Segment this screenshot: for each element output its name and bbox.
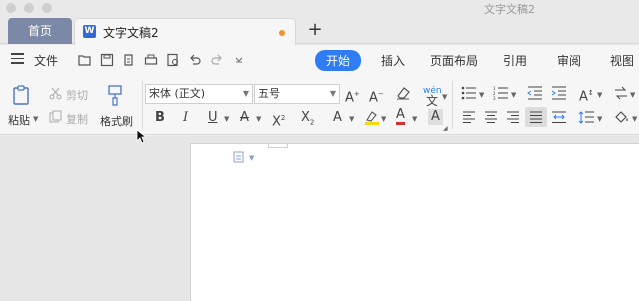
shading-fill-icon[interactable] (614, 110, 630, 124)
tab-document[interactable]: W 文字文稿2 (74, 18, 296, 45)
unsaved-indicator (279, 30, 285, 36)
window-title: 文字文稿2 (484, 3, 535, 16)
format-painter-label[interactable]: 格式刷 (100, 113, 133, 129)
character-shading-icon[interactable]: A (428, 109, 443, 125)
title-bar: 文字文稿2 (0, 0, 639, 16)
text-direction-dropdown-icon[interactable]: ▼ (597, 91, 602, 99)
underline-icon[interactable]: U (208, 110, 218, 126)
italic-icon[interactable]: I (183, 110, 188, 126)
mouse-pointer-icon (136, 129, 148, 147)
undo-icon[interactable] (187, 52, 203, 68)
tab-home[interactable]: 首页 (8, 18, 72, 44)
font-name-select[interactable]: 宋体 (正文) ▼ (145, 84, 253, 104)
paste-label[interactable]: 粘贴 (8, 112, 30, 128)
justify-icon[interactable] (525, 107, 547, 127)
numbering-dropdown-icon[interactable]: ▼ (511, 91, 516, 99)
ribbon-toolbar: 粘贴 ▼ 剪切 复制 格式刷 宋体 (正文) ▼ 五号 ▼ A+ A− wén … (0, 75, 639, 135)
decrease-indent-icon[interactable] (527, 86, 543, 100)
paste-icon[interactable] (11, 84, 33, 106)
increase-indent-icon[interactable] (551, 86, 567, 100)
text-effect-dropdown-icon[interactable]: ▼ (349, 115, 354, 123)
menu-bar: 文件 开始 插入 页面布局 引用 审阅 视图 (0, 45, 639, 75)
superscript-icon[interactable]: X2 (272, 110, 285, 130)
chevron-down-icon: ▼ (242, 89, 249, 98)
font-color-icon[interactable]: A (396, 108, 405, 125)
phonetic-guide-char: 文 (426, 94, 439, 108)
highlight-color-icon[interactable] (364, 109, 380, 126)
highlight-dropdown-icon[interactable]: ▼ (381, 115, 386, 123)
phonetic-dropdown-icon[interactable]: ▼ (442, 93, 447, 101)
font-dialog-launcher-icon[interactable]: ◢ (443, 125, 448, 132)
tab-insert[interactable]: 插入 (381, 52, 405, 69)
export-pdf-icon[interactable] (121, 52, 137, 68)
font-size-value: 五号 (258, 87, 280, 100)
line-spacing-icon[interactable] (579, 111, 595, 124)
font-color-dropdown-icon[interactable]: ▼ (412, 115, 417, 123)
line-spacing-dropdown-icon[interactable]: ▼ (597, 115, 602, 123)
hamburger-menu-icon[interactable] (11, 53, 24, 65)
tab-bar: 首页 W 文字文稿2 + (0, 16, 639, 45)
chevron-down-icon: ▼ (329, 89, 336, 98)
underline-dropdown-icon[interactable]: ▼ (224, 115, 229, 123)
increase-font-size-icon[interactable]: A+ (345, 86, 360, 106)
tab-page-layout[interactable]: 页面布局 (430, 52, 478, 69)
file-menu[interactable]: 文件 (34, 52, 58, 69)
margin-corner-marker (268, 144, 288, 148)
open-folder-icon[interactable] (77, 52, 93, 68)
text-effect-icon[interactable]: A (333, 110, 342, 126)
sort-dropdown-icon[interactable]: ▼ (630, 91, 635, 99)
paste-options-icon[interactable] (233, 150, 245, 163)
scissors-icon (49, 87, 62, 100)
tab-references[interactable]: 引用 (503, 52, 527, 69)
document-tab-label: 文字文稿2 (103, 26, 159, 40)
align-right-icon[interactable] (506, 111, 520, 124)
strikethrough-dropdown-icon[interactable]: ▼ (256, 115, 261, 123)
new-tab-button[interactable]: + (305, 18, 325, 42)
svg-text:3: 3 (493, 96, 496, 100)
group-divider (452, 81, 453, 129)
tab-start[interactable]: 开始 (315, 50, 362, 71)
print-icon[interactable] (143, 52, 159, 68)
shading-dropdown-icon[interactable]: ▼ (632, 115, 637, 123)
paste-dropdown-icon[interactable]: ▼ (33, 115, 38, 123)
align-center-icon[interactable] (484, 111, 498, 124)
sort-icon[interactable] (614, 86, 628, 100)
copy-button[interactable]: 复制 (66, 111, 88, 127)
tab-view[interactable]: 视图 (610, 52, 634, 69)
customize-quick-access-icon[interactable] (231, 52, 247, 68)
document-page[interactable]: ▼ (190, 143, 639, 301)
font-name-value: 宋体 (正文) (149, 87, 206, 100)
format-painter-icon[interactable] (106, 84, 124, 106)
paste-options-dropdown-icon[interactable]: ▼ (249, 154, 254, 162)
group-divider (142, 81, 143, 129)
subscript-icon[interactable]: X2 (301, 110, 314, 131)
redo-icon[interactable] (209, 52, 225, 68)
cut-button[interactable]: 剪切 (66, 87, 88, 103)
print-preview-icon[interactable] (165, 52, 181, 68)
text-direction-icon[interactable]: A↕ (579, 85, 594, 105)
bold-icon[interactable]: B (155, 110, 165, 126)
numbered-list-icon[interactable]: 123 (493, 86, 509, 100)
copy-icon (49, 110, 62, 123)
clear-formatting-icon[interactable] (395, 86, 411, 100)
bullet-dropdown-icon[interactable]: ▼ (479, 91, 484, 99)
align-left-icon[interactable] (462, 111, 476, 124)
font-size-select[interactable]: 五号 ▼ (254, 84, 340, 104)
strikethrough-icon[interactable]: A (240, 110, 249, 126)
save-icon[interactable] (99, 52, 115, 68)
writer-doc-icon: W (83, 25, 96, 38)
tab-review[interactable]: 审阅 (557, 52, 581, 69)
decrease-font-size-icon[interactable]: A− (369, 86, 384, 106)
bullet-list-icon[interactable] (461, 86, 477, 100)
distributed-align-icon[interactable] (551, 111, 567, 124)
